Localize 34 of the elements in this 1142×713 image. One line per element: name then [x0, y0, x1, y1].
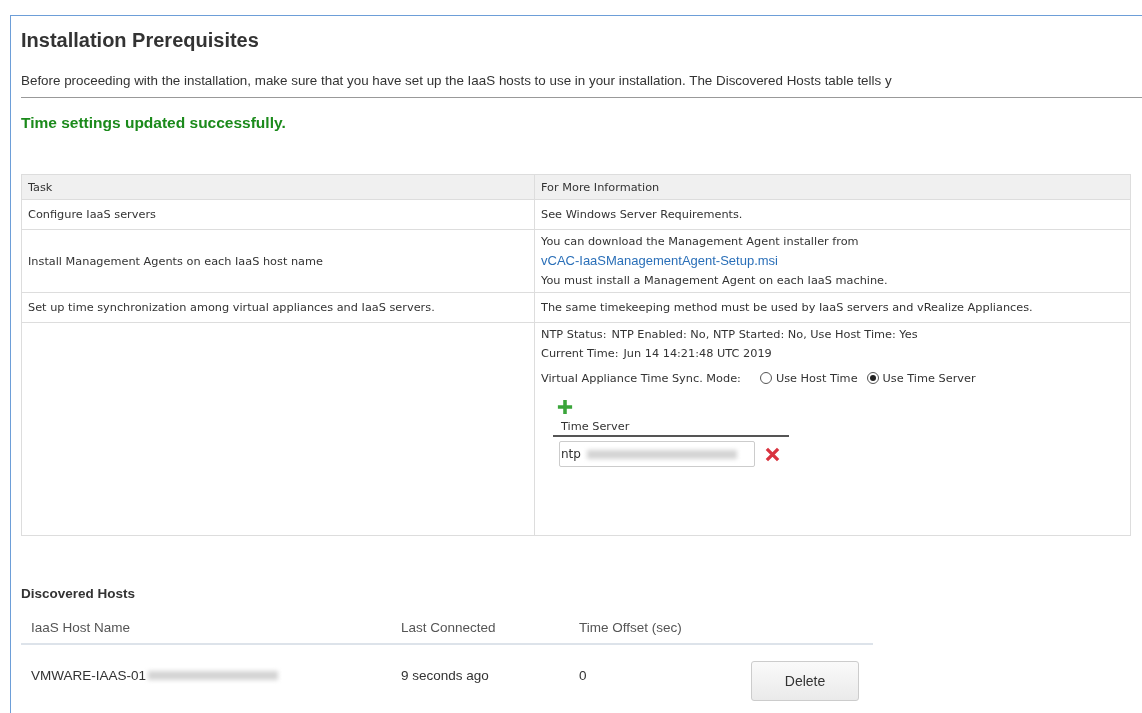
field-label: Current Time: [541, 346, 619, 362]
radio-icon[interactable] [866, 372, 879, 384]
ntp-status: NTP Enabled: No, NTP Started: No, Use Host Time: Yes [611, 327, 918, 343]
radio-icon[interactable] [759, 372, 772, 384]
download-link[interactable]: vCAC-IaaSManagementAgent-Setup.msi [541, 253, 778, 268]
column-header: Task [21, 174, 535, 200]
info-text: You can download the Management Agent installer from [541, 234, 860, 250]
column-header: Last Connected [401, 619, 497, 635]
page-title: Installation Prerequisites [21, 28, 260, 53]
table-cell: Install Management Agents on each IaaS host name [21, 229, 535, 293]
delete-icon[interactable] [765, 446, 780, 462]
info-text: You must install a Management Agent on each IaaS machine. [541, 273, 889, 289]
radio-option[interactable]: Use Host Time [759, 368, 858, 388]
current-time: Jun 14 14:21:48 UTC 2019 [623, 346, 772, 362]
delete-button[interactable]: Delete [751, 661, 859, 701]
status-message: Time settings updated successfully. [21, 114, 287, 133]
intro-text: Before proceeding with the installation, make sure that you have set up the IaaS hosts to use in your installation. The Discovered Hosts table tells y [21, 73, 892, 88]
column-header: Time Offset (sec) [579, 619, 683, 635]
add-icon[interactable] [557, 399, 573, 415]
info-text: The same timekeeping method must be used by IaaS servers and vRealize Appliances. [541, 300, 1034, 316]
table-cell: VMWARE-IAAS-01 [31, 667, 147, 683]
table-cell: Configure IaaS servers [21, 199, 535, 230]
field-label: NTP Status: [541, 327, 607, 343]
section-title: Discovered Hosts [21, 586, 137, 601]
table-cell-text: 0 [579, 667, 588, 683]
table-cell-text: 9 seconds ago [401, 667, 490, 683]
column-header: For More Information [534, 174, 1131, 200]
column-header: Time Server [553, 419, 789, 437]
column-header: IaaS Host Name [31, 619, 132, 635]
field-label: Virtual Appliance Time Sync. Mode: [541, 370, 741, 387]
input-field[interactable]: ntp [559, 441, 755, 467]
info-text: See Windows Server Requirements. [541, 207, 744, 223]
table-cell: Set up time synchronization among virtual appliances and IaaS servers. [21, 292, 535, 323]
radio-option[interactable]: Use Time Server [866, 368, 976, 388]
